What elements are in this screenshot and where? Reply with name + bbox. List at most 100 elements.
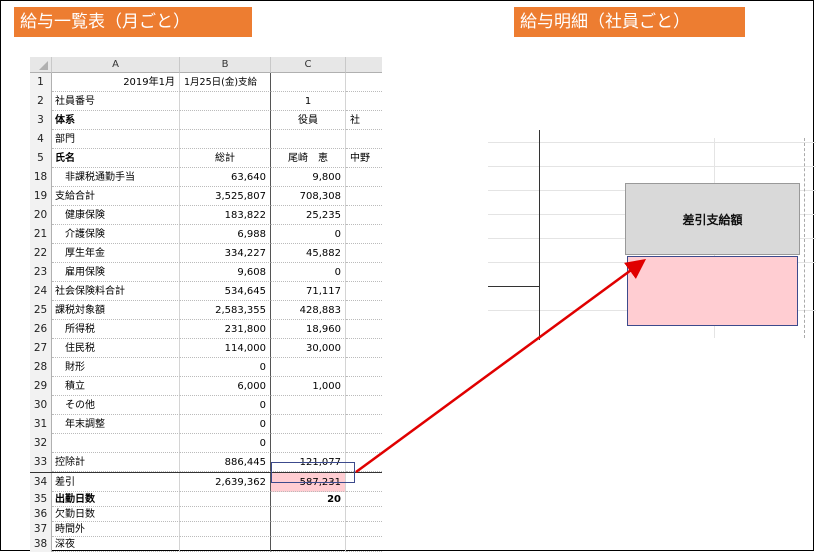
cell-d-23[interactable]	[346, 263, 382, 282]
cell-a-21[interactable]: 介護保険	[52, 225, 180, 244]
column-header-d[interactable]	[346, 57, 382, 73]
cell-a-38[interactable]: 深夜	[52, 537, 180, 552]
cell-c-27[interactable]: 30,000	[271, 339, 346, 358]
cell-c-24[interactable]: 71,117	[271, 282, 346, 301]
cell-c-4[interactable]	[271, 130, 346, 149]
cell-a-28[interactable]: 財形	[52, 358, 180, 377]
cell-d-31[interactable]	[346, 415, 382, 434]
row-number[interactable]: 19	[30, 187, 52, 206]
cell-a-37[interactable]: 時間外	[52, 522, 180, 537]
cell-a-19[interactable]: 支給合計	[52, 187, 180, 206]
row-number[interactable]: 22	[30, 244, 52, 263]
cell-c-38[interactable]	[271, 537, 346, 552]
cell-a-18[interactable]: 非課税通勤手当	[52, 168, 180, 187]
cell-b-29[interactable]: 6,000	[180, 377, 271, 396]
row-number[interactable]: 26	[30, 320, 52, 339]
cell-d-26[interactable]	[346, 320, 382, 339]
row-number[interactable]: 33	[30, 453, 52, 472]
row-number[interactable]: 32	[30, 434, 52, 453]
cell-d-5[interactable]: 中野	[346, 149, 382, 168]
cell-d-32[interactable]	[346, 434, 382, 453]
cell-b-25[interactable]: 2,583,355	[180, 301, 271, 320]
cell-d-24[interactable]	[346, 282, 382, 301]
cell-b-2[interactable]	[180, 92, 271, 111]
cell-a-5[interactable]: 氏名	[52, 149, 180, 168]
cell-b-3[interactable]	[180, 111, 271, 130]
row-number[interactable]: 1	[30, 73, 52, 92]
column-header-a[interactable]: A	[52, 57, 180, 73]
cell-b-33[interactable]: 886,445	[180, 453, 271, 472]
cell-c-19[interactable]: 708,308	[271, 187, 346, 206]
cell-d-20[interactable]	[346, 206, 382, 225]
row-number[interactable]: 18	[30, 168, 52, 187]
cell-d-34[interactable]	[346, 473, 382, 492]
cell-a-36[interactable]: 欠勤日数	[52, 507, 180, 522]
cell-d-2[interactable]	[346, 92, 382, 111]
cell-c-33[interactable]: 121,077	[271, 453, 346, 472]
row-number[interactable]: 24	[30, 282, 52, 301]
row-number[interactable]: 20	[30, 206, 52, 225]
cell-a-26[interactable]: 所得税	[52, 320, 180, 339]
cell-b-38[interactable]	[180, 537, 271, 552]
cell-a-34[interactable]: 差引	[52, 473, 180, 492]
row-number[interactable]: 25	[30, 301, 52, 320]
cell-b-4[interactable]	[180, 130, 271, 149]
cell-a-33[interactable]: 控除計	[52, 453, 180, 472]
cell-d-30[interactable]	[346, 396, 382, 415]
cell-d-21[interactable]	[346, 225, 382, 244]
cell-a-31[interactable]: 年末調整	[52, 415, 180, 434]
cell-d-38[interactable]	[346, 537, 382, 552]
cell-b-23[interactable]: 9,608	[180, 263, 271, 282]
cell-c-32[interactable]	[271, 434, 346, 453]
cell-b-5[interactable]: 総計	[180, 149, 271, 168]
cell-d-36[interactable]	[346, 507, 382, 522]
cell-b-19[interactable]: 3,525,807	[180, 187, 271, 206]
cell-d-4[interactable]	[346, 130, 382, 149]
cell-c-36[interactable]	[271, 507, 346, 522]
cell-a-22[interactable]: 厚生年金	[52, 244, 180, 263]
cell-a-23[interactable]: 雇用保険	[52, 263, 180, 282]
cell-a-27[interactable]: 住民税	[52, 339, 180, 358]
row-number[interactable]: 2	[30, 92, 52, 111]
cell-b-32[interactable]: 0	[180, 434, 271, 453]
column-header-b[interactable]: B	[180, 57, 271, 73]
cell-d-29[interactable]	[346, 377, 382, 396]
cell-b-18[interactable]: 63,640	[180, 168, 271, 187]
cell-b-35[interactable]	[180, 492, 271, 507]
cell-b-22[interactable]: 334,227	[180, 244, 271, 263]
cell-c-25[interactable]: 428,883	[271, 301, 346, 320]
cell-c-20[interactable]: 25,235	[271, 206, 346, 225]
cell-b-1[interactable]: 1月25日(金)支給	[180, 73, 271, 92]
cell-a-3[interactable]: 体系	[52, 111, 180, 130]
cell-c-30[interactable]	[271, 396, 346, 415]
row-number[interactable]: 37	[30, 522, 52, 537]
cell-d-27[interactable]	[346, 339, 382, 358]
cell-b-28[interactable]: 0	[180, 358, 271, 377]
row-number[interactable]: 4	[30, 130, 52, 149]
cell-c-22[interactable]: 45,882	[271, 244, 346, 263]
cell-a-32[interactable]	[52, 434, 180, 453]
cell-b-20[interactable]: 183,822	[180, 206, 271, 225]
row-number[interactable]: 23	[30, 263, 52, 282]
row-number[interactable]: 5	[30, 149, 52, 168]
cell-d-35[interactable]	[346, 492, 382, 507]
cell-a-1[interactable]: 2019年1月	[52, 73, 180, 92]
cell-c-37[interactable]	[271, 522, 346, 537]
row-number[interactable]: 30	[30, 396, 52, 415]
net-pay-value-cell[interactable]	[627, 256, 798, 326]
row-number[interactable]: 29	[30, 377, 52, 396]
cell-a-4[interactable]: 部門	[52, 130, 180, 149]
cell-a-35[interactable]: 出勤日数	[52, 492, 180, 507]
cell-d-22[interactable]	[346, 244, 382, 263]
cell-a-29[interactable]: 積立	[52, 377, 180, 396]
row-number[interactable]: 28	[30, 358, 52, 377]
cell-c-2[interactable]: 1	[271, 92, 346, 111]
cell-c-1[interactable]	[271, 73, 346, 92]
cell-a-2[interactable]: 社員番号	[52, 92, 180, 111]
row-number[interactable]: 35	[30, 492, 52, 507]
row-number[interactable]: 3	[30, 111, 52, 130]
cell-d-28[interactable]	[346, 358, 382, 377]
row-number[interactable]: 38	[30, 537, 52, 552]
column-header-c[interactable]: C	[271, 57, 346, 73]
cell-b-36[interactable]	[180, 507, 271, 522]
